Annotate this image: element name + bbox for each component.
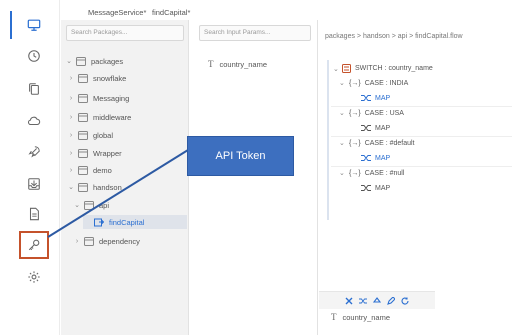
case-node[interactable]: ⌄ {→} CASE : #default xyxy=(339,139,415,148)
case-icon: {→} xyxy=(349,79,361,87)
tree-item[interactable]: › Wrapper xyxy=(67,146,122,160)
icon-rail xyxy=(0,0,60,335)
tree-item[interactable]: › demo xyxy=(67,163,112,177)
map-node[interactable]: MAP xyxy=(361,94,390,102)
flow-file-icon xyxy=(94,218,104,226)
divider xyxy=(331,136,512,137)
map-icon[interactable] xyxy=(359,297,367,305)
chevron-down-icon: ⌄ xyxy=(339,140,345,147)
cloud-icon[interactable] xyxy=(25,112,43,130)
package-icon xyxy=(78,130,88,140)
active-indicator xyxy=(10,11,12,39)
flow-editor-panel: packages > handson > api > findCapital.f… xyxy=(319,20,512,335)
map-icon xyxy=(361,155,371,161)
chevron-icon: › xyxy=(69,149,73,157)
chevron-icon: ⌄ xyxy=(74,202,80,209)
inbox-download-icon[interactable] xyxy=(25,175,43,193)
search-packages-input[interactable]: Search Packages... xyxy=(66,25,184,41)
chevron-icon: › xyxy=(69,74,73,82)
tree-item-find-capital[interactable]: findCapital xyxy=(83,215,187,229)
package-icon xyxy=(78,93,88,103)
chevron-down-icon: ⌄ xyxy=(339,170,345,177)
case-icon: {→} xyxy=(349,169,361,177)
flow-canvas: ⌄ SWITCH : country_name ⌄ {→} CASE : IND… xyxy=(327,60,512,220)
refresh-icon[interactable] xyxy=(401,297,409,305)
output-param-row[interactable]: T country_name xyxy=(331,312,390,322)
tree-item[interactable]: › snowflake xyxy=(67,71,126,85)
chevron-down-icon: ⌄ xyxy=(339,80,345,87)
document-icon[interactable] xyxy=(25,205,43,223)
package-icon xyxy=(84,200,94,210)
chevron-icon: › xyxy=(69,113,73,121)
tab-find-capital[interactable]: findCapital* xyxy=(152,8,190,17)
package-icon xyxy=(78,182,88,192)
chevron-icon: › xyxy=(75,237,79,245)
tab-message-service[interactable]: MessageService* xyxy=(88,8,146,17)
divider xyxy=(331,106,512,107)
package-icon xyxy=(76,56,86,66)
api-token-callout: API Token xyxy=(187,136,294,176)
chevron-icon: › xyxy=(69,94,73,102)
text-type-icon: T xyxy=(208,59,214,69)
input-params-panel: Search Input Params... T country_name xyxy=(193,20,318,335)
case-node[interactable]: ⌄ {→} CASE : #null xyxy=(339,169,404,178)
map-icon xyxy=(361,95,371,101)
tree-item[interactable]: › Messaging xyxy=(67,91,129,105)
drop-icon[interactable] xyxy=(373,296,381,305)
gear-icon[interactable] xyxy=(25,268,43,286)
api-token-key-icon[interactable] xyxy=(19,231,49,259)
copy-icon[interactable] xyxy=(25,80,43,98)
package-icon xyxy=(78,165,88,175)
case-icon: {→} xyxy=(349,139,361,147)
packages-panel: Search Packages... ⌄ packages › snowflak… xyxy=(61,20,189,335)
chevron-icon: › xyxy=(69,131,73,139)
breadcrumb: packages > handson > api > findCapital.f… xyxy=(325,33,463,40)
chevron-icon: › xyxy=(69,166,73,174)
input-param-row[interactable]: T country_name xyxy=(208,59,267,69)
tree-item[interactable]: › dependency xyxy=(73,234,140,248)
switch-node[interactable]: ⌄ SWITCH : country_name xyxy=(333,64,433,73)
param-name: country_name xyxy=(219,59,268,69)
text-type-icon: T xyxy=(331,312,337,322)
case-node[interactable]: ⌄ {→} CASE : USA xyxy=(339,109,404,118)
search-input-params-input[interactable]: Search Input Params... xyxy=(199,25,311,41)
pencil-icon[interactable] xyxy=(387,296,395,305)
chevron-down-icon: ⌄ xyxy=(333,65,339,73)
close-icon[interactable] xyxy=(345,297,353,305)
map-icon xyxy=(361,185,371,191)
map-icon xyxy=(361,125,371,131)
clock-icon[interactable] xyxy=(25,47,43,65)
rocket-icon[interactable] xyxy=(25,143,43,161)
tab-bar: MessageService* findCapital* xyxy=(61,6,512,20)
chevron-icon: ⌄ xyxy=(68,184,74,191)
package-icon xyxy=(78,73,88,83)
package-icon xyxy=(84,236,94,246)
map-node[interactable]: MAP xyxy=(361,154,390,162)
switch-icon xyxy=(342,64,351,73)
monitor-icon[interactable] xyxy=(25,16,43,34)
output-param-name: country_name xyxy=(342,312,391,322)
tree-item[interactable]: ⌄ handson xyxy=(67,180,122,194)
divider xyxy=(331,166,512,167)
case-icon: {→} xyxy=(349,109,361,117)
map-node[interactable]: MAP xyxy=(361,124,390,132)
chevron-down-icon: ⌄ xyxy=(339,110,345,117)
tree-item[interactable]: › middleware xyxy=(67,110,131,124)
package-icon xyxy=(78,112,88,122)
case-node[interactable]: ⌄ {→} CASE : INDIA xyxy=(339,79,408,88)
tree-root-packages[interactable]: ⌄ packages xyxy=(65,54,123,68)
package-icon xyxy=(78,148,88,158)
chevron-down-icon: ⌄ xyxy=(66,58,72,65)
tree-item[interactable]: ⌄ api xyxy=(73,198,109,212)
tree-item[interactable]: › global xyxy=(67,128,113,142)
map-node[interactable]: MAP xyxy=(361,184,390,192)
mapping-toolbar xyxy=(319,291,435,309)
